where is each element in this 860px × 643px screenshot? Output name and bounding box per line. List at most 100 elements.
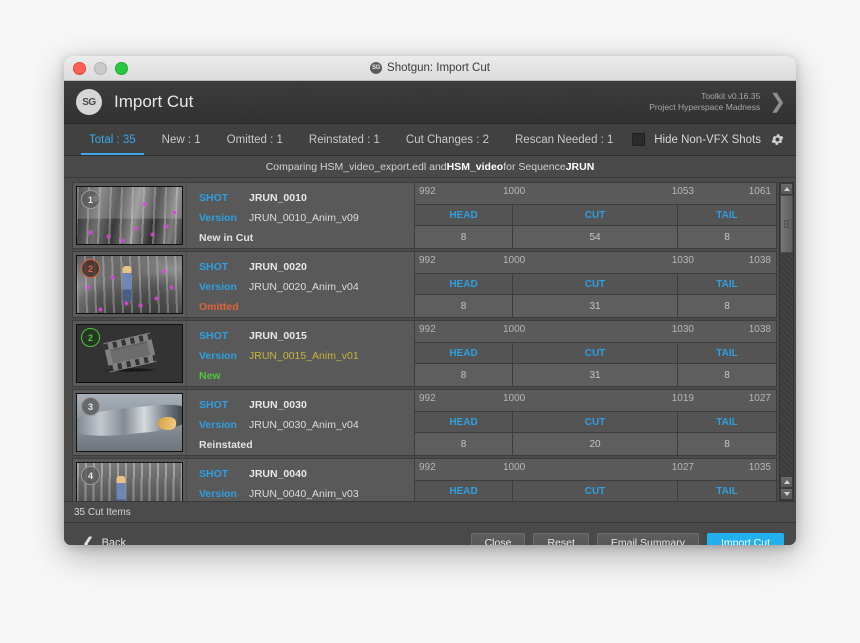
version-label: Version	[199, 350, 237, 362]
status-line: Omitted	[187, 297, 414, 317]
cut-items-list: 1 SHOT JRUN_0010 Version JRUN_0010_Anim_…	[64, 178, 796, 501]
version-label: Version	[199, 488, 237, 500]
version-name[interactable]: JRUN_0015_Anim_v01	[249, 350, 359, 362]
shot-name[interactable]: JRUN_0015	[249, 330, 307, 342]
scrollbar-thumb[interactable]	[780, 195, 793, 253]
cut-duration-value: 54	[513, 226, 678, 248]
tab-reinstated[interactable]: Reinstated : 1	[296, 124, 393, 155]
status-badge: New in Cut	[199, 232, 254, 244]
tab-total[interactable]: Total : 35	[76, 124, 149, 155]
tab-cut-changes[interactable]: Cut Changes : 2	[393, 124, 502, 155]
character-figure	[116, 475, 126, 501]
shot-line: SHOT JRUN_0040	[187, 464, 414, 484]
table-row[interactable]: 1 SHOT JRUN_0010 Version JRUN_0010_Anim_…	[72, 182, 777, 249]
shot-line: SHOT JRUN_0020	[187, 257, 414, 277]
version-line: Version JRUN_0015_Anim_v01	[187, 346, 414, 366]
duration-header-row: HEAD CUT TAIL	[415, 411, 776, 434]
chevron-right-icon[interactable]: ❯	[769, 92, 786, 112]
timecode-row: 992 1000 1053 1061	[415, 183, 776, 205]
hide-non-vfx-label[interactable]: Hide Non-VFX Shots	[654, 134, 761, 146]
tc-cut-out: 1019	[671, 393, 694, 404]
scrollbar-track[interactable]	[780, 195, 793, 476]
comparing-middle: for Sequence	[503, 160, 566, 173]
version-line: Version JRUN_0030_Anim_v04	[187, 415, 414, 435]
scroll-down-arrow-icon[interactable]	[780, 488, 793, 500]
close-button[interactable]: Close	[470, 533, 526, 545]
shot-label: SHOT	[199, 261, 229, 273]
shot-thumbnail[interactable]: 3	[76, 393, 183, 452]
shot-thumbnail[interactable]: 1	[76, 186, 183, 245]
import-cut-button[interactable]: Import Cut	[706, 533, 784, 545]
shot-info-cell: SHOT JRUN_0040 Version JRUN_0040_Anim_v0…	[186, 459, 414, 501]
tc-cut-out: 1053	[671, 186, 694, 197]
shot-name[interactable]: JRUN_0020	[249, 261, 307, 273]
scroll-up-arrow-icon[interactable]	[780, 183, 793, 195]
thumbnail-cell: 4	[73, 459, 186, 501]
comparing-bar: Comparing HSM_video_export.edl and HSM_v…	[64, 156, 796, 178]
version-name[interactable]: JRUN_0020_Anim_v04	[249, 281, 359, 293]
shot-name[interactable]: JRUN_0010	[249, 192, 307, 204]
shotgun-logo: SG	[76, 89, 102, 115]
shot-name[interactable]: JRUN_0030	[249, 399, 307, 411]
table-row[interactable]: 3 SHOT JRUN_0030 Version JRUN_0030_Anim_…	[72, 389, 777, 456]
version-label: Version	[199, 281, 237, 293]
tail-duration-value: 8	[678, 295, 776, 317]
tail-duration-value: 8	[678, 433, 776, 455]
row-badge: 2	[81, 328, 100, 347]
version-name[interactable]: JRUN_0040_Anim_v03	[249, 488, 359, 500]
version-label: Version	[199, 419, 237, 431]
shot-label: SHOT	[199, 330, 229, 342]
timecode-cell: 992 1000 1053 1061 HEAD CUT TAIL 8 54 8	[414, 183, 776, 248]
minimize-window-button[interactable]	[94, 61, 107, 75]
shot-info-cell: SHOT JRUN_0015 Version JRUN_0015_Anim_v0…	[186, 321, 414, 386]
comparing-prefix: Comparing HSM_video_export.edl and	[265, 160, 447, 173]
tc-cut-out: 1027	[671, 462, 694, 473]
duration-header-row: HEAD CUT TAIL	[415, 204, 776, 227]
tc-cut-in: 1000	[503, 324, 526, 335]
back-button[interactable]: ❮ Back	[76, 536, 126, 546]
table-row[interactable]: 2 SHOT JRUN_0015 Version JRUN_0015_Anim_…	[72, 320, 777, 387]
app-header: SG Import Cut Toolkit v0.16.35 Project H…	[64, 81, 796, 124]
table-row[interactable]: 4 SHOT JRUN_0040 Version JRUN_0040_Anim_…	[72, 458, 777, 501]
close-window-button[interactable]	[73, 61, 86, 75]
tc-out-tail: 1061	[748, 186, 771, 197]
shot-thumbnail[interactable]: 4	[76, 462, 183, 501]
tc-cut-in: 1000	[503, 186, 526, 197]
timecode-cell: 992 1000 1019 1027 HEAD CUT TAIL 8 20 8	[414, 390, 776, 455]
tail-duration-value: 8	[678, 364, 776, 386]
tc-in-head: 992	[419, 324, 436, 335]
tab-omitted[interactable]: Omitted : 1	[214, 124, 296, 155]
comparing-sequence: JRUN	[565, 160, 595, 173]
tab-new[interactable]: New : 1	[149, 124, 214, 155]
version-name[interactable]: JRUN_0030_Anim_v04	[249, 419, 359, 431]
timecode-cell: 992 1000 1027 1035 HEAD CUT TAIL	[414, 459, 776, 501]
version-name[interactable]: JRUN_0010_Anim_v09	[249, 212, 359, 224]
shot-info-cell: SHOT JRUN_0010 Version JRUN_0010_Anim_v0…	[186, 183, 414, 248]
head-column-header: HEAD	[415, 204, 513, 227]
hide-non-vfx-checkbox[interactable]	[632, 133, 646, 146]
list-scrollbar[interactable]	[779, 182, 794, 501]
shot-thumbnail[interactable]: 2	[76, 324, 183, 383]
head-duration-value: 8	[415, 364, 513, 386]
thumbnail-cell: 2	[73, 321, 186, 386]
gear-icon[interactable]	[770, 132, 785, 147]
shot-name[interactable]: JRUN_0040	[249, 468, 307, 480]
timecode-cell: 992 1000 1030 1038 HEAD CUT TAIL 8 31 8	[414, 321, 776, 386]
maximize-window-button[interactable]	[115, 61, 128, 75]
tc-out-tail: 1027	[748, 393, 771, 404]
email-summary-button[interactable]: Email Summary	[596, 533, 699, 545]
shot-thumbnail[interactable]: 2	[76, 255, 183, 314]
row-badge: 4	[81, 466, 100, 485]
status-badge: Reinstated	[199, 439, 253, 451]
shot-line: SHOT JRUN_0010	[187, 188, 414, 208]
tc-cut-in: 1000	[503, 255, 526, 266]
status-badge: Omitted	[199, 301, 239, 313]
scroll-up-arrow-bottom-icon[interactable]	[780, 476, 793, 488]
duration-value-row: 8 31 8	[415, 295, 776, 317]
duration-header-row: HEAD CUT TAIL	[415, 480, 776, 501]
table-row[interactable]: 2 SHOT JRUN_0020 Version JRUN_0020_Anim_…	[72, 251, 777, 318]
shot-label: SHOT	[199, 399, 229, 411]
tab-rescan-needed[interactable]: Rescan Needed : 1	[502, 124, 626, 155]
footer-bar: ❮ Back Close Reset Email Summary Import …	[64, 522, 796, 545]
reset-button[interactable]: Reset	[533, 533, 589, 545]
